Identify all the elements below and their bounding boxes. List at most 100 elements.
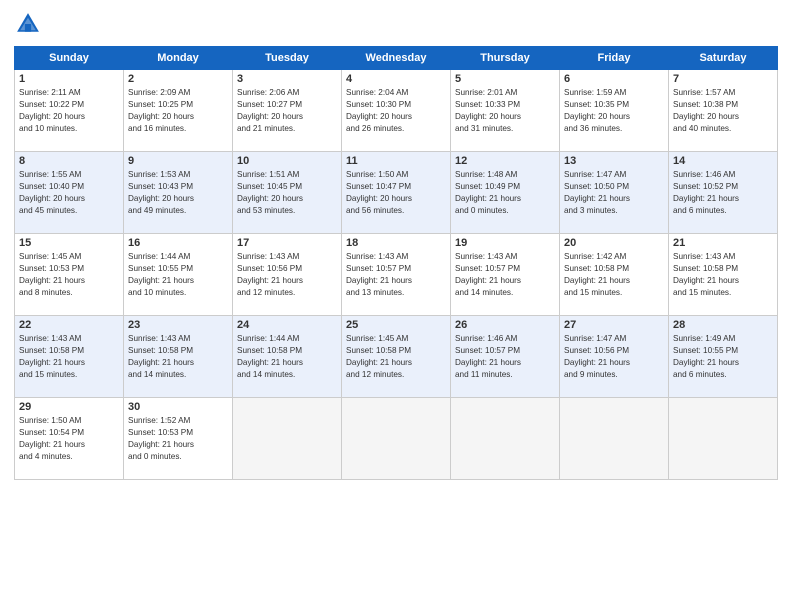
day-info-4: Sunrise: 2:04 AM Sunset: 10:30 PM Daylig… [346,87,446,135]
calendar-cell-1: 1 Sunrise: 2:11 AM Sunset: 10:22 PM Dayli… [15,70,124,152]
day-number-30: 30 [128,401,228,413]
col-saturday: Saturday [669,47,778,70]
day-info-10: Sunrise: 1:51 AM Sunset: 10:45 PM Daylig… [237,169,337,217]
day-info-24: Sunrise: 1:44 AM Sunset: 10:58 PM Daylig… [237,333,337,381]
calendar-cell-empty [342,398,451,480]
day-info-6: Sunrise: 1:59 AM Sunset: 10:35 PM Daylig… [564,87,664,135]
day-number-12: 12 [455,155,555,167]
logo [14,10,46,38]
day-number-6: 6 [564,73,664,85]
day-info-9: Sunrise: 1:53 AM Sunset: 10:43 PM Daylig… [128,169,228,217]
col-tuesday: Tuesday [233,47,342,70]
day-info-14: Sunrise: 1:46 AM Sunset: 10:52 PM Daylig… [673,169,773,217]
calendar-cell-25: 25 Sunrise: 1:45 AM Sunset: 10:58 PM Dayl… [342,316,451,398]
calendar-week-3: 15 Sunrise: 1:45 AM Sunset: 10:53 PM Dayl… [15,234,778,316]
calendar-cell-27: 27Sunrise: 1:47 AM Sunset: 10:56 PM Dayl… [560,316,669,398]
day-number-24: 24 [237,319,337,331]
day-info-21: Sunrise: 1:43 AM Sunset: 10:58 PM Daylig… [673,251,773,299]
day-info-7: Sunrise: 1:57 AM Sunset: 10:38 PM Daylig… [673,87,773,135]
calendar-cell-26: 26 Sunrise: 1:46 AM Sunset: 10:57 PM Dayl… [451,316,560,398]
calendar-week-4: 22 Sunrise: 1:43 AM Sunset: 10:58 PM Dayl… [15,316,778,398]
calendar-cell-empty [233,398,342,480]
calendar-cell-18: 18 Sunrise: 1:43 AM Sunset: 10:57 PM Dayl… [342,234,451,316]
day-info-18: Sunrise: 1:43 AM Sunset: 10:57 PM Daylig… [346,251,446,299]
day-number-15: 15 [19,237,119,249]
calendar-cell-12: 12 Sunrise: 1:48 AM Sunset: 10:49 PM Dayl… [451,152,560,234]
day-info-1: Sunrise: 2:11 AM Sunset: 10:22 PM Daylig… [19,87,119,135]
calendar-cell-30: 30 Sunrise: 1:52 AM Sunset: 10:53 PM Dayl… [124,398,233,480]
day-number-16: 16 [128,237,228,249]
day-number-2: 2 [128,73,228,85]
calendar-cell-22: 22 Sunrise: 1:43 AM Sunset: 10:58 PM Dayl… [15,316,124,398]
calendar-cell-13: 13Sunrise: 1:47 AM Sunset: 10:50 PM Dayl… [560,152,669,234]
day-info-2: Sunrise: 2:09 AM Sunset: 10:25 PM Daylig… [128,87,228,135]
day-number-14: 14 [673,155,773,167]
day-number-11: 11 [346,155,446,167]
day-number-18: 18 [346,237,446,249]
calendar-table: Sunday Monday Tuesday Wednesday Thursday… [14,46,778,480]
calendar-cell-10: 10 Sunrise: 1:51 AM Sunset: 10:45 PM Dayl… [233,152,342,234]
day-info-26: Sunrise: 1:46 AM Sunset: 10:57 PM Daylig… [455,333,555,381]
day-number-22: 22 [19,319,119,331]
calendar-cell-2: 2 Sunrise: 2:09 AM Sunset: 10:25 PM Dayli… [124,70,233,152]
calendar-cell-9: 9Sunrise: 1:53 AM Sunset: 10:43 PM Dayli… [124,152,233,234]
day-number-19: 19 [455,237,555,249]
day-number-29: 29 [19,401,119,413]
day-info-23: Sunrise: 1:43 AM Sunset: 10:58 PM Daylig… [128,333,228,381]
calendar-cell-16: 16 Sunrise: 1:44 AM Sunset: 10:55 PM Dayl… [124,234,233,316]
calendar-header-row: Sunday Monday Tuesday Wednesday Thursday… [15,47,778,70]
day-number-10: 10 [237,155,337,167]
header [14,10,778,38]
logo-icon [14,10,42,38]
day-info-8: Sunrise: 1:55 AM Sunset: 10:40 PM Daylig… [19,169,119,217]
calendar-cell-17: 17 Sunrise: 1:43 AM Sunset: 10:56 PM Dayl… [233,234,342,316]
day-number-1: 1 [19,73,119,85]
calendar-cell-20: 20Sunrise: 1:42 AM Sunset: 10:58 PM Dayl… [560,234,669,316]
col-wednesday: Wednesday [342,47,451,70]
day-number-8: 8 [19,155,119,167]
page: Sunday Monday Tuesday Wednesday Thursday… [0,0,792,612]
day-info-13: Sunrise: 1:47 AM Sunset: 10:50 PM Daylig… [564,169,664,217]
col-friday: Friday [560,47,669,70]
day-number-27: 27 [564,319,664,331]
calendar-cell-21: 21 Sunrise: 1:43 AM Sunset: 10:58 PM Dayl… [669,234,778,316]
day-info-17: Sunrise: 1:43 AM Sunset: 10:56 PM Daylig… [237,251,337,299]
calendar-cell-empty [451,398,560,480]
day-info-15: Sunrise: 1:45 AM Sunset: 10:53 PM Daylig… [19,251,119,299]
calendar-cell-6: 6 Sunrise: 1:59 AM Sunset: 10:35 PM Dayli… [560,70,669,152]
calendar-cell-4: 4 Sunrise: 2:04 AM Sunset: 10:30 PM Dayli… [342,70,451,152]
day-number-5: 5 [455,73,555,85]
calendar-cell-23: 23 Sunrise: 1:43 AM Sunset: 10:58 PM Dayl… [124,316,233,398]
day-number-28: 28 [673,319,773,331]
calendar-cell-5: 5 Sunrise: 2:01 AM Sunset: 10:33 PM Dayli… [451,70,560,152]
day-info-12: Sunrise: 1:48 AM Sunset: 10:49 PM Daylig… [455,169,555,217]
day-info-19: Sunrise: 1:43 AM Sunset: 10:57 PM Daylig… [455,251,555,299]
calendar-cell-19: 19 Sunrise: 1:43 AM Sunset: 10:57 PM Dayl… [451,234,560,316]
calendar-cell-8: 8 Sunrise: 1:55 AM Sunset: 10:40 PM Dayli… [15,152,124,234]
day-info-16: Sunrise: 1:44 AM Sunset: 10:55 PM Daylig… [128,251,228,299]
calendar-cell-29: 29 Sunrise: 1:50 AM Sunset: 10:54 PM Dayl… [15,398,124,480]
calendar-cell-24: 24 Sunrise: 1:44 AM Sunset: 10:58 PM Dayl… [233,316,342,398]
day-info-30: Sunrise: 1:52 AM Sunset: 10:53 PM Daylig… [128,415,228,463]
day-number-21: 21 [673,237,773,249]
day-number-4: 4 [346,73,446,85]
day-info-3: Sunrise: 2:06 AM Sunset: 10:27 PM Daylig… [237,87,337,135]
day-info-5: Sunrise: 2:01 AM Sunset: 10:33 PM Daylig… [455,87,555,135]
day-info-25: Sunrise: 1:45 AM Sunset: 10:58 PM Daylig… [346,333,446,381]
day-number-17: 17 [237,237,337,249]
calendar-week-1: 1 Sunrise: 2:11 AM Sunset: 10:22 PM Dayli… [15,70,778,152]
day-info-11: Sunrise: 1:50 AM Sunset: 10:47 PM Daylig… [346,169,446,217]
day-number-7: 7 [673,73,773,85]
calendar-cell-7: 7 Sunrise: 1:57 AM Sunset: 10:38 PM Dayli… [669,70,778,152]
day-info-22: Sunrise: 1:43 AM Sunset: 10:58 PM Daylig… [19,333,119,381]
day-number-26: 26 [455,319,555,331]
day-number-20: 20 [564,237,664,249]
day-number-25: 25 [346,319,446,331]
col-monday: Monday [124,47,233,70]
calendar-cell-empty [669,398,778,480]
calendar-cell-14: 14 Sunrise: 1:46 AM Sunset: 10:52 PM Dayl… [669,152,778,234]
day-number-23: 23 [128,319,228,331]
calendar-week-2: 8 Sunrise: 1:55 AM Sunset: 10:40 PM Dayli… [15,152,778,234]
day-info-29: Sunrise: 1:50 AM Sunset: 10:54 PM Daylig… [19,415,119,463]
day-info-28: Sunrise: 1:49 AM Sunset: 10:55 PM Daylig… [673,333,773,381]
